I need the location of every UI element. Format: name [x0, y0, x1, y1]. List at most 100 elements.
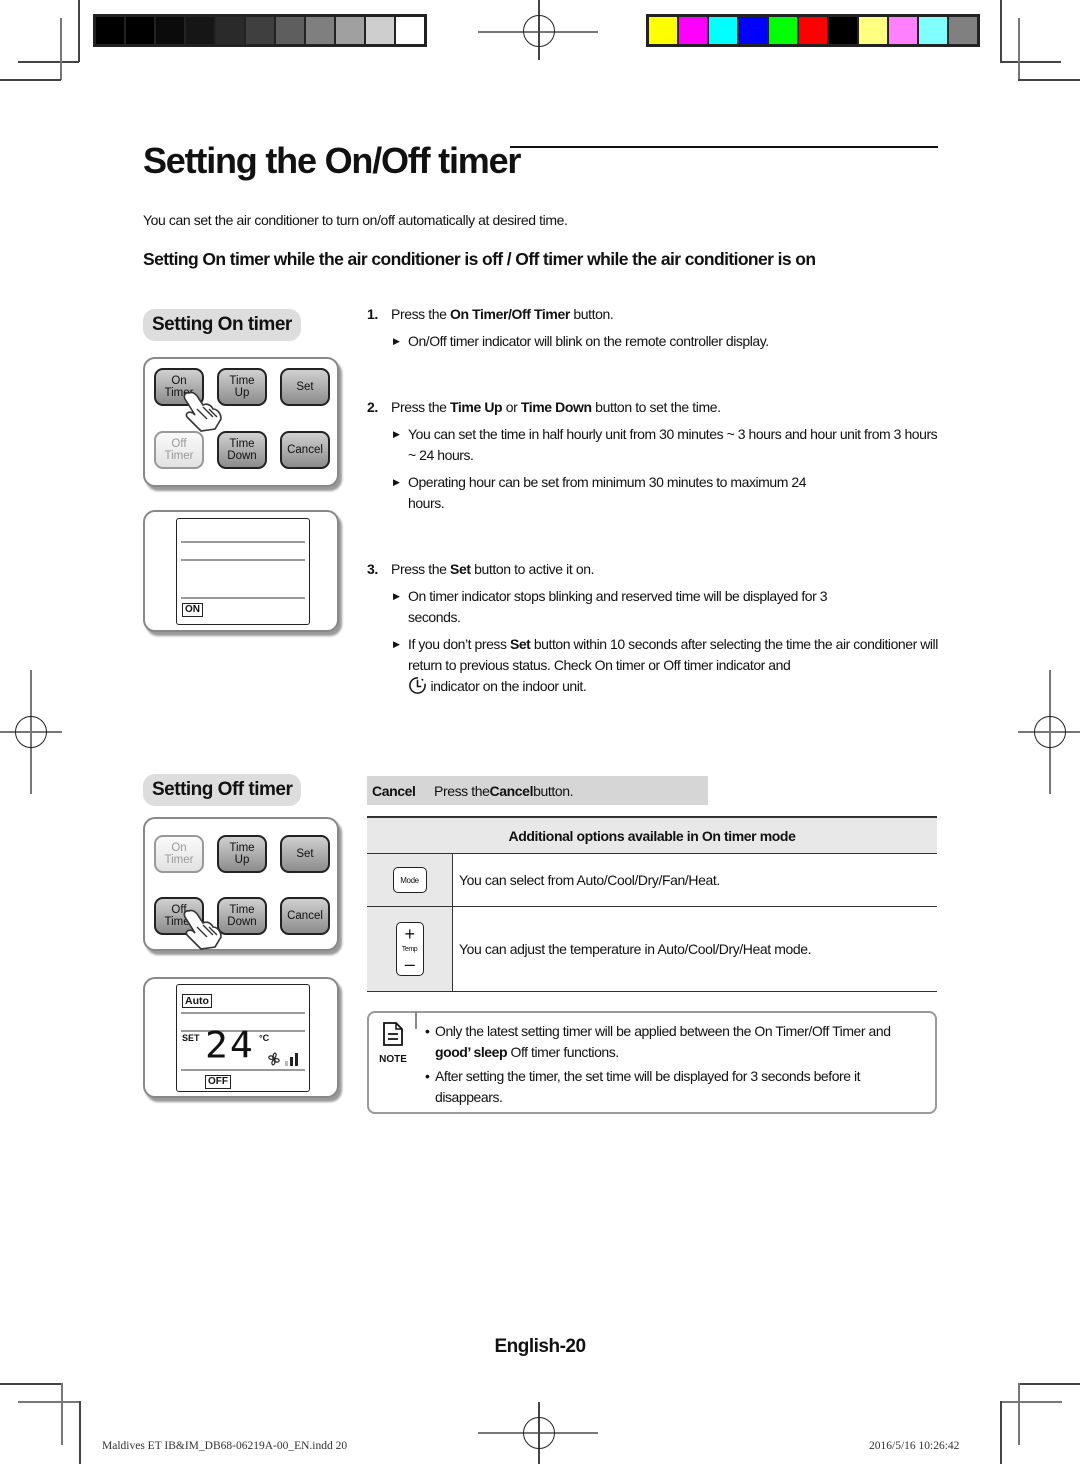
table-row: Mode You can select from Auto/Cool/Dry/F…: [367, 854, 937, 907]
table-cell-text: You can adjust the temperature in Auto/C…: [459, 941, 812, 957]
color-swatch: [739, 17, 767, 44]
note-label: NOTE: [379, 1054, 407, 1065]
color-swatch: [889, 17, 917, 44]
crop-mark: [60, 18, 62, 80]
note-item: Only the latest setting timer will be ap…: [425, 1021, 925, 1063]
timer-clock-icon: [409, 677, 426, 694]
additional-options-table: Additional options available in On timer…: [367, 816, 937, 992]
step-1-bullet: On/Off timer indicator will blink on the…: [393, 331, 943, 352]
lcd-divider: [181, 1012, 305, 1014]
registration-circle: [15, 716, 47, 748]
footer-file-name: Maldives ET IB&IM_DB68-06219A-00_EN.indd…: [102, 1440, 348, 1452]
registration-circle: [523, 15, 555, 47]
note-icon-group: NOTE: [379, 1021, 407, 1065]
cancel-button[interactable]: Cancel: [280, 897, 330, 935]
set-label: SET: [182, 1033, 200, 1043]
crop-mark: [1000, 61, 1061, 63]
crop-mark: [1018, 18, 1020, 80]
table-row: + Temp – You can adjust the temperature …: [367, 907, 937, 992]
crop-mark: [1000, 1401, 1062, 1403]
note-divider: [415, 1011, 417, 1029]
on-timer-button[interactable]: On Timer: [154, 835, 204, 873]
title-rule: [510, 146, 938, 148]
step-2-bullet: Operating hour can be set from minimum 3…: [393, 472, 833, 514]
grayscale-color-bar: [93, 14, 427, 47]
color-swatch: [859, 17, 887, 44]
gray-swatch: [366, 17, 394, 44]
crop-mark: [78, 0, 80, 62]
note-box: NOTE Only the latest setting timer will …: [367, 1011, 937, 1114]
temperature-unit: °C: [259, 1033, 270, 1043]
time-down-button[interactable]: Time Down: [217, 431, 267, 469]
cancel-instruction: Cancel Press the Cancel button.: [367, 776, 708, 805]
footer-timestamp: 2016/5/16 10:26:42: [869, 1440, 960, 1452]
fan-speed-bar: [290, 1057, 293, 1066]
set-button[interactable]: Set: [280, 835, 330, 873]
color-swatch: [649, 17, 677, 44]
intro-text: You can set the air conditioner to turn …: [143, 212, 568, 228]
table-header: Additional options available in On timer…: [367, 818, 937, 854]
crop-mark: [1000, 0, 1002, 62]
page-title: Setting the On/Off timer: [143, 140, 521, 181]
gray-swatch: [126, 17, 154, 44]
off-timer-button[interactable]: Off Timer: [154, 431, 204, 469]
crop-mark: [1018, 1383, 1080, 1385]
page-number: English-20: [494, 1336, 586, 1357]
gray-swatch: [156, 17, 184, 44]
registration-circle: [523, 1417, 555, 1449]
temperature-readout: 24: [205, 1024, 255, 1066]
step-3-bullet: On timer indicator stops blinking and re…: [393, 586, 873, 628]
crop-mark: [61, 1383, 63, 1445]
fan-speed-bar: [285, 1061, 288, 1066]
lcd-divider: [181, 559, 305, 561]
crop-mark: [0, 1383, 62, 1385]
crop-mark: [18, 1401, 79, 1403]
crop-mark: [79, 1401, 81, 1464]
table-cell-text: You can select from Auto/Cool/Dry/Fan/He…: [459, 872, 720, 888]
crop-mark: [18, 61, 79, 63]
on-timer-label: Setting On timer: [143, 309, 301, 341]
gray-swatch: [306, 17, 334, 44]
color-swatch: [949, 17, 977, 44]
pointing-hand-icon: [183, 391, 222, 432]
step-3: 3. Press the Set button to active it on.: [367, 561, 595, 577]
step-3-bullet: If you don’t press Set button within 10 …: [393, 634, 943, 697]
fan-speed-bar: [295, 1053, 298, 1066]
step-1: 1. Press the On Timer/Off Timer button.: [367, 306, 614, 322]
note-icon: [383, 1022, 403, 1046]
mode-key-icon: Mode: [392, 867, 427, 893]
section-subheading: Setting On timer while the air condition…: [143, 249, 816, 269]
pointing-hand-icon: [183, 909, 222, 950]
on-timer-remote-panel: On Timer Time Up Set Off Timer Time Down Can…: [143, 357, 339, 487]
color-swatch: [799, 17, 827, 44]
cancel-label: Cancel: [372, 782, 416, 799]
lcd-divider: [181, 597, 305, 599]
gray-swatch: [186, 17, 214, 44]
gray-swatch: [276, 17, 304, 44]
lcd-divider: [181, 1069, 305, 1071]
gray-swatch: [246, 17, 274, 44]
crop-mark: [0, 79, 61, 81]
gray-swatch: [96, 17, 124, 44]
color-swatch: [709, 17, 737, 44]
on-indicator: ON: [182, 603, 203, 617]
set-button[interactable]: Set: [280, 368, 330, 406]
on-timer-display-panel: ON: [143, 510, 339, 632]
crop-mark: [1018, 79, 1080, 81]
off-timer-label: Setting Off timer: [143, 774, 302, 806]
fan-icon: [268, 1052, 280, 1066]
table-cell-icon: Mode: [367, 854, 453, 906]
time-up-button[interactable]: Time Up: [217, 835, 267, 873]
temp-key-icon: + Temp –: [395, 922, 424, 976]
step-2-bullet: You can set the time in half hourly unit…: [393, 424, 943, 466]
off-timer-display-panel: Auto SET 24 °C OFF: [143, 977, 339, 1098]
remote-lcd-display: Auto SET 24 °C OFF: [176, 984, 310, 1092]
cmyk-color-bar: [646, 14, 980, 47]
gray-swatch: [216, 17, 244, 44]
gray-swatch: [336, 17, 364, 44]
cancel-button[interactable]: Cancel: [280, 431, 330, 469]
mode-indicator: Auto: [182, 994, 212, 1008]
registration-circle: [1034, 716, 1066, 748]
lcd-divider: [181, 541, 305, 543]
crop-mark: [1000, 1401, 1002, 1464]
